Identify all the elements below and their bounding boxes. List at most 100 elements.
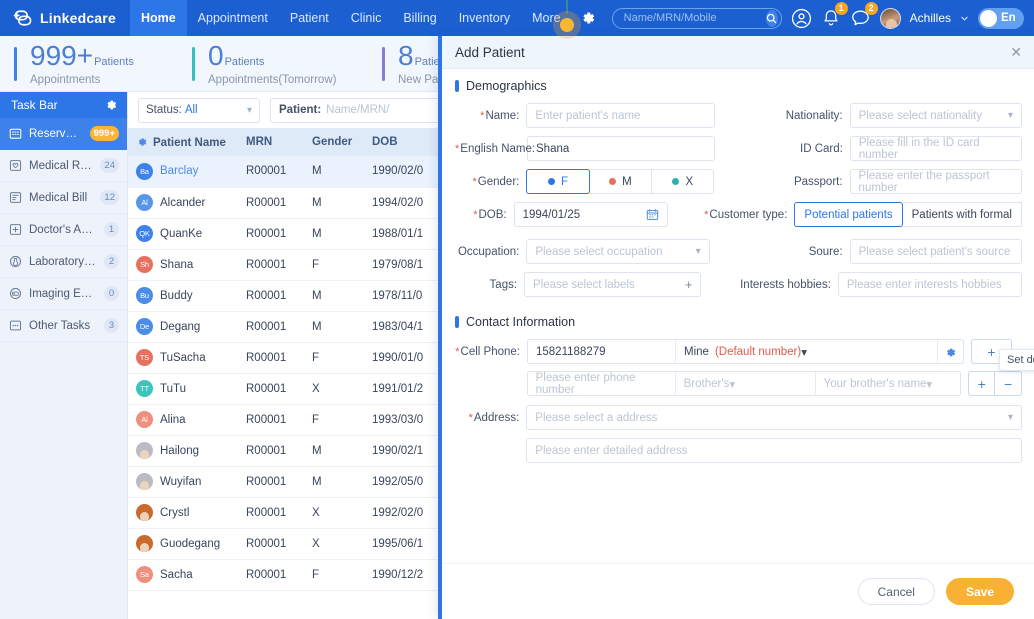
- add-contact-row-button[interactable]: +: [968, 371, 996, 396]
- gear-icon[interactable]: [104, 98, 118, 112]
- calendar-icon[interactable]: [646, 208, 659, 221]
- plus-icon[interactable]: +: [685, 277, 693, 292]
- section-accent-bar: [455, 80, 459, 92]
- cancel-button[interactable]: Cancel: [857, 578, 935, 605]
- tags-select[interactable]: Please select labels +: [524, 272, 702, 297]
- patient-name-link[interactable]: TuTu: [160, 383, 186, 395]
- patient-name-link[interactable]: QuanKe: [160, 228, 202, 240]
- patient-name-link[interactable]: Alcander: [160, 197, 205, 209]
- account-icon[interactable]: [791, 8, 812, 29]
- stat-accent-bar: [192, 46, 195, 81]
- messages-chat-icon[interactable]: 2: [850, 2, 878, 28]
- address-label: Address:: [455, 412, 526, 424]
- gender-option-m[interactable]: M: [589, 169, 653, 194]
- language-toggle[interactable]: En: [978, 7, 1024, 29]
- column-header-mrn[interactable]: MRN: [238, 128, 304, 156]
- sidebar-item-other-tasks[interactable]: Other Tasks 3: [0, 310, 127, 342]
- tutorial-highlight-pulse[interactable]: [553, 11, 581, 39]
- occupation-select[interactable]: Please select occupation ▾: [526, 239, 710, 264]
- stat-card-appointments[interactable]: 999+ Patients Appointments: [0, 41, 178, 86]
- english-name-input[interactable]: Shana: [527, 136, 715, 161]
- cell-patient-name: Al Alina: [128, 404, 238, 436]
- search-icon[interactable]: [765, 9, 778, 27]
- customer-type-option-formal[interactable]: Patients with formal: [902, 202, 1022, 227]
- secondary-name-input[interactable]: Your brother's name ▾: [816, 372, 961, 395]
- primary-phone-input[interactable]: 15821188279: [528, 340, 676, 363]
- global-search[interactable]: [611, 7, 782, 29]
- remove-contact-row-button[interactable]: −: [995, 371, 1022, 396]
- hobbies-input[interactable]: Please enter interests hobbies: [837, 272, 1022, 297]
- cell-patient-name: Hailong: [128, 435, 238, 467]
- nav-item-inventory[interactable]: Inventory: [448, 0, 521, 36]
- cell-patient-name: Crystl: [128, 497, 238, 529]
- stat-card-appointments-tomorrow[interactable]: 0 Patients Appointments(Tomorrow): [178, 39, 368, 86]
- column-header-gender[interactable]: Gender: [304, 128, 364, 156]
- nav-item-appointment[interactable]: Appointment: [187, 0, 279, 36]
- bill-icon: [9, 192, 22, 203]
- patient-name-link[interactable]: Shana: [160, 259, 193, 271]
- patient-name-link[interactable]: Sacha: [160, 569, 193, 581]
- patient-name-link[interactable]: Alina: [160, 414, 186, 426]
- avatar: De: [136, 318, 153, 335]
- brand-logo[interactable]: Linkedcare: [0, 0, 130, 36]
- hobbies-label: Interests hobbies:: [740, 278, 831, 291]
- sidebar-item-medical-record[interactable]: Medical Record 24: [0, 150, 127, 182]
- settings-gear-icon[interactable]: [580, 10, 596, 26]
- search-input[interactable]: [623, 12, 766, 24]
- customer-type-option-potential[interactable]: Potential patients: [794, 202, 903, 227]
- cell-phone-label: Cell Phone:: [455, 346, 527, 358]
- save-button[interactable]: Save: [945, 578, 1014, 605]
- nav-item-patient[interactable]: Patient: [279, 0, 340, 36]
- passport-input[interactable]: Please enter the passport number: [849, 169, 1022, 194]
- stat-number: 0: [208, 39, 224, 71]
- patient-name-link[interactable]: Hailong: [160, 445, 199, 457]
- sidebar-item-doctors-advice[interactable]: Doctor's Advice 1: [0, 214, 127, 246]
- address-detail-input[interactable]: Please enter detailed address: [526, 438, 1022, 463]
- secondary-name-placeholder: Your brother's name: [823, 377, 927, 390]
- default-number-gear-icon[interactable]: [938, 340, 963, 365]
- id-card-input[interactable]: Please fill in the ID card number: [849, 136, 1022, 161]
- patient-search-label: Patient:: [279, 104, 322, 116]
- status-filter-select[interactable]: Status: All ▾: [138, 97, 260, 123]
- patient-name-link[interactable]: Crystl: [160, 507, 189, 519]
- patient-name-link[interactable]: Degang: [160, 321, 200, 333]
- gender-dot-m: [609, 178, 617, 185]
- nationality-select[interactable]: Please select nationality ▾: [849, 103, 1022, 128]
- gender-option-x[interactable]: X: [652, 169, 715, 194]
- chevron-down-icon[interactable]: [960, 14, 969, 23]
- sidebar-item-label: Medical Record: [29, 159, 93, 172]
- source-select[interactable]: Please select patient's source: [849, 239, 1022, 264]
- name-input[interactable]: Enter patient's name: [526, 103, 715, 128]
- stat-unit: Patients: [224, 55, 265, 68]
- sidebar-item-reservation[interactable]: Reservation 999+: [0, 118, 127, 150]
- nav-item-home[interactable]: Home: [129, 0, 187, 36]
- demographics-section-header: Demographics: [455, 79, 1022, 93]
- primary-relation-select[interactable]: Mine (Default number) ▾: [676, 340, 938, 363]
- secondary-relation-select[interactable]: Brother's ▾: [676, 372, 816, 395]
- column-settings-gear-icon[interactable]: [136, 136, 148, 148]
- nav-item-billing[interactable]: Billing: [392, 0, 447, 36]
- close-icon[interactable]: ✕: [1010, 45, 1022, 59]
- cell-gender: M: [304, 280, 364, 312]
- sidebar-item-imaging-exam[interactable]: Imaging Exam... 0: [0, 278, 127, 310]
- gender-option-f[interactable]: F: [526, 169, 590, 194]
- patient-name-link[interactable]: Guodegang: [160, 538, 220, 550]
- patient-name-link[interactable]: Barclay: [160, 165, 198, 177]
- dob-input[interactable]: 1994/01/25: [513, 202, 669, 227]
- task-bar-header: Task Bar: [0, 92, 127, 118]
- gender-label: Gender:: [455, 176, 526, 188]
- patient-name-link[interactable]: Wuyifan: [160, 476, 201, 488]
- advice-icon: [9, 224, 22, 235]
- column-header-patient-name[interactable]: Patient Name: [128, 128, 238, 156]
- sidebar-item-medical-bill[interactable]: Medical Bill 12: [0, 182, 127, 214]
- user-name-label[interactable]: Achilles: [910, 11, 951, 25]
- address-select[interactable]: Please select a address ▾: [526, 405, 1022, 430]
- notifications-bell-icon[interactable]: 1: [821, 2, 848, 28]
- patient-name-link[interactable]: Buddy: [160, 290, 193, 302]
- secondary-phone-input[interactable]: Please enter phone number: [528, 372, 676, 396]
- user-avatar[interactable]: [879, 7, 901, 29]
- nav-item-clinic[interactable]: Clinic: [340, 0, 393, 36]
- patient-name-link[interactable]: TuSacha: [160, 352, 206, 364]
- sidebar-item-laboratory-exam[interactable]: Laboratory Ex... 2: [0, 246, 127, 278]
- cell-gender: X: [304, 497, 364, 529]
